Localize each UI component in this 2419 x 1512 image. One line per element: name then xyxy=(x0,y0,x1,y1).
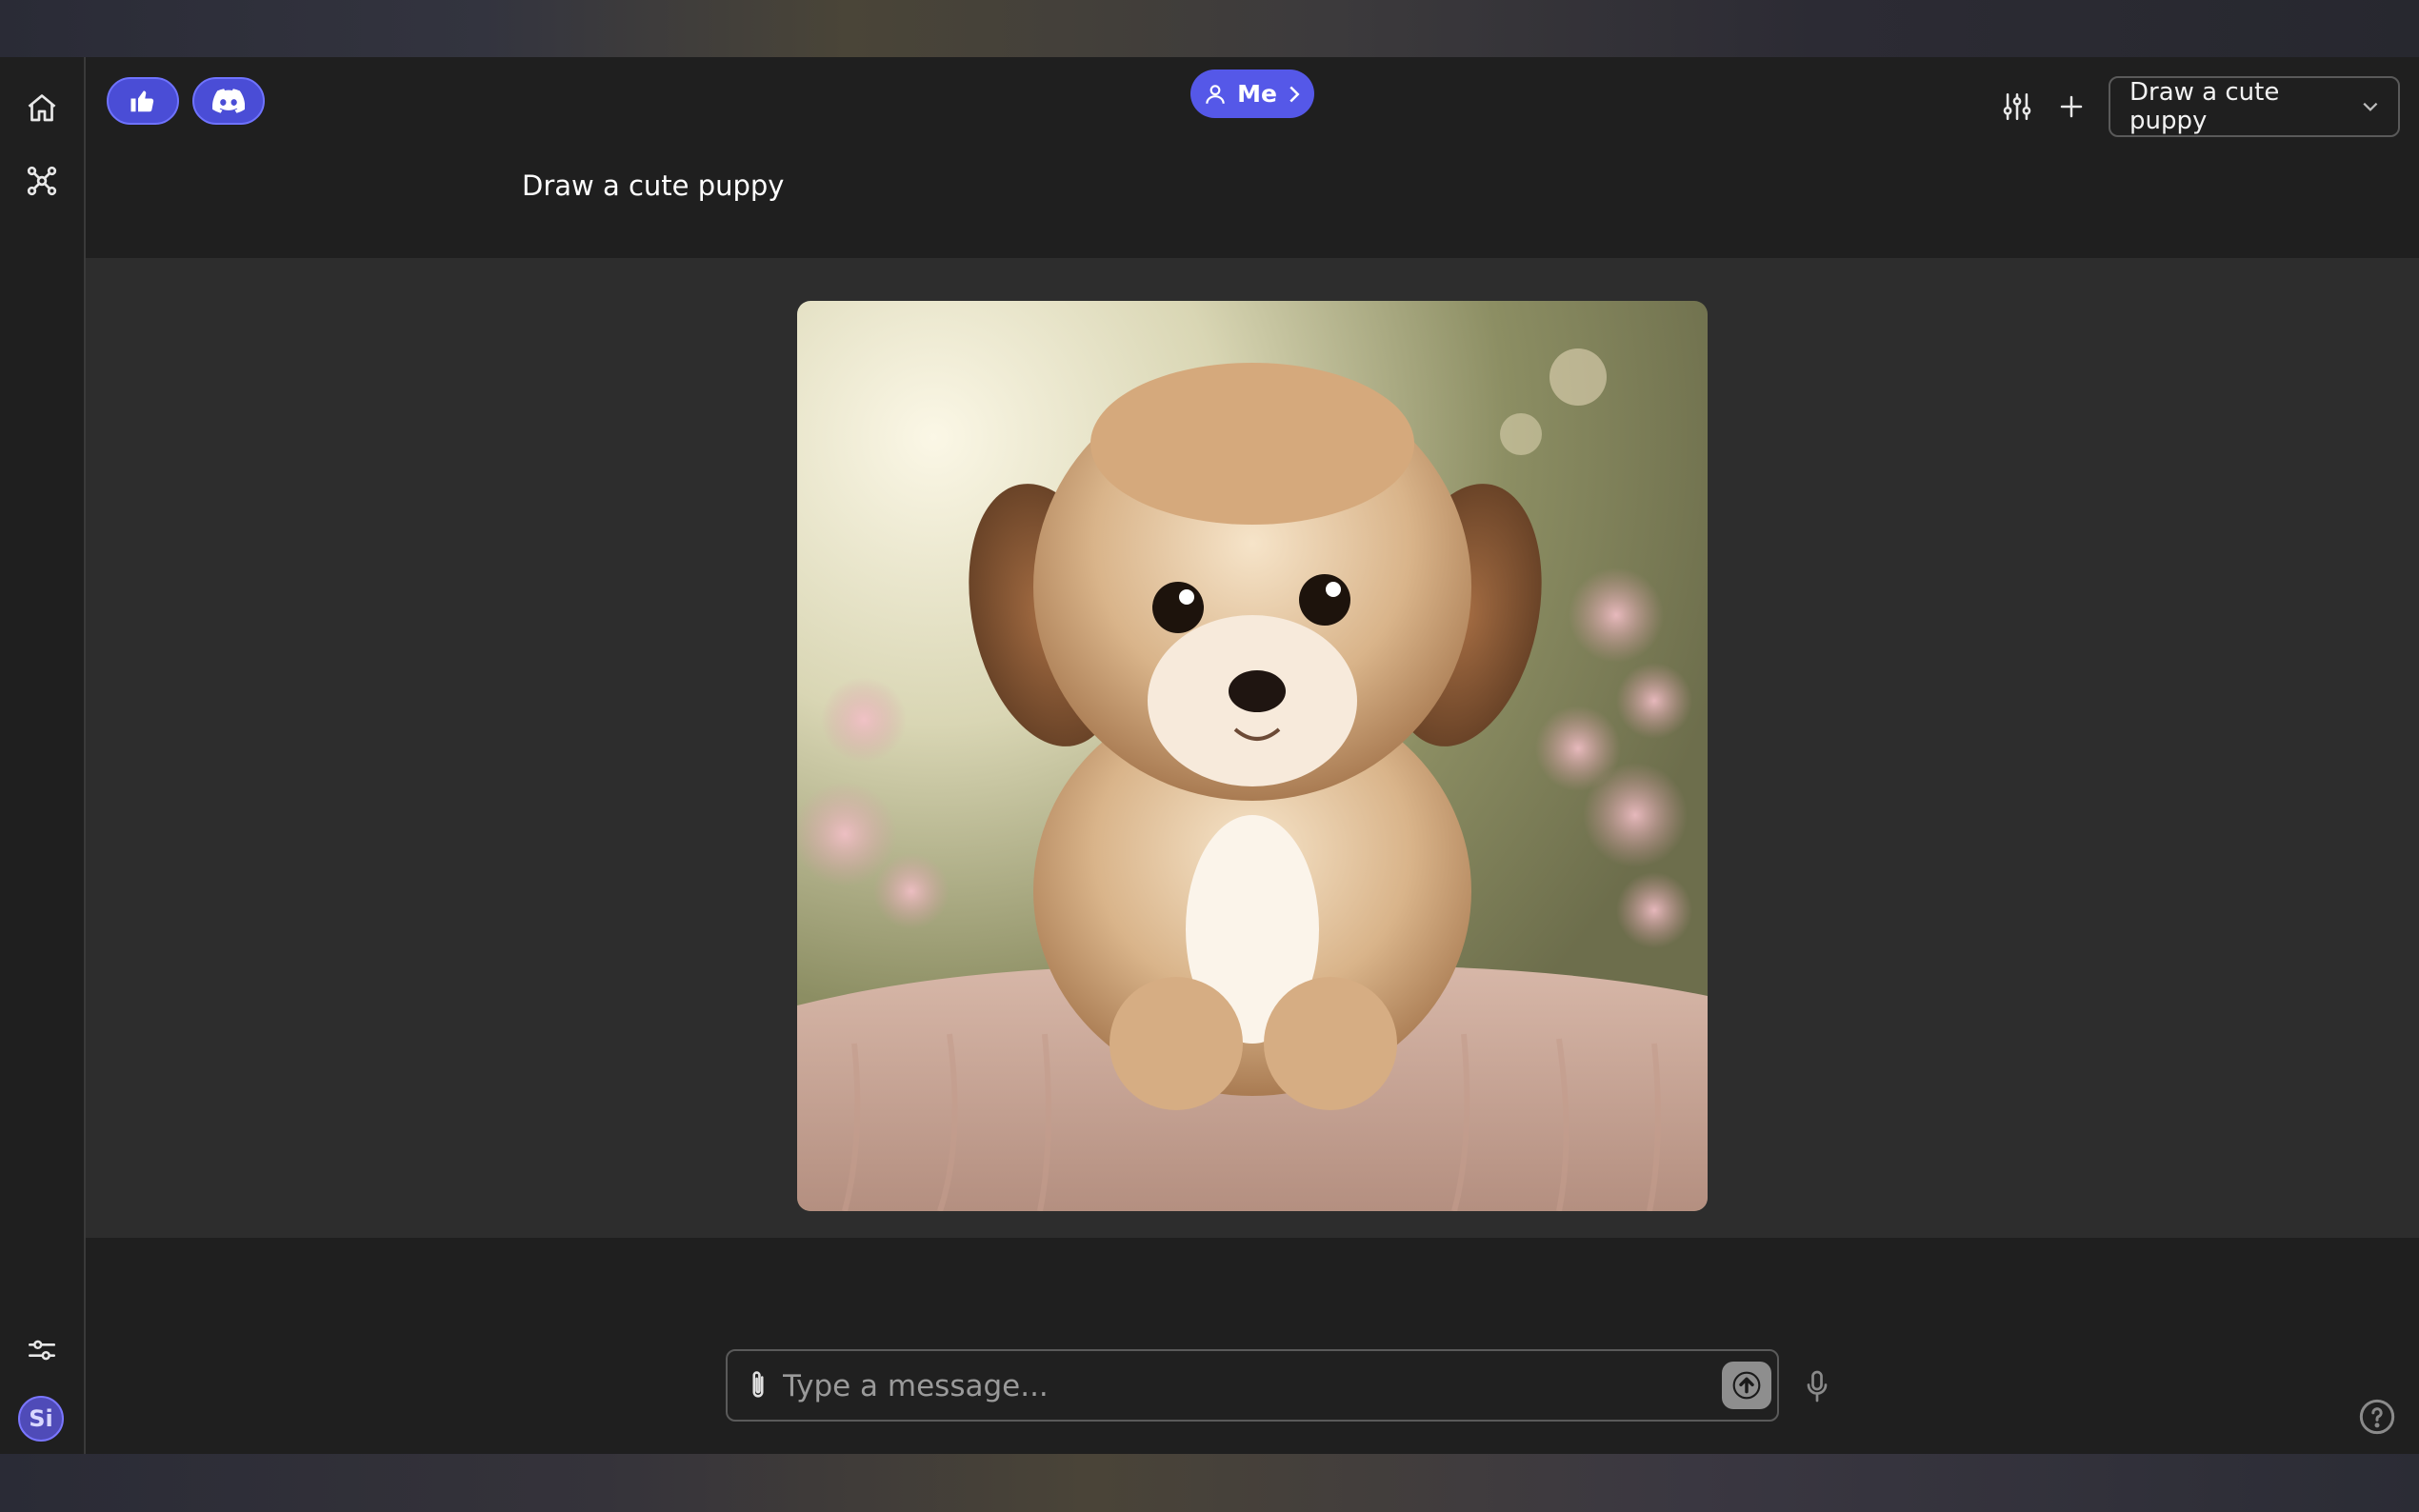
paperclip-icon xyxy=(752,1371,764,1398)
workflow-button[interactable] xyxy=(17,156,67,206)
feedback-button[interactable] xyxy=(107,77,179,125)
puppy-illustration xyxy=(797,301,1708,1211)
message-stage xyxy=(86,258,2419,1238)
attach-button[interactable] xyxy=(739,1366,777,1404)
conversation-settings-button[interactable] xyxy=(1996,86,2038,128)
persona-selector-button[interactable]: Me xyxy=(1190,70,1314,118)
thumbs-up-icon xyxy=(130,90,154,112)
send-button[interactable] xyxy=(1722,1362,1771,1409)
tune-sliders-icon xyxy=(2003,92,2031,121)
user-prompt-message: Draw a cute puppy xyxy=(522,169,785,202)
microphone-icon xyxy=(1807,1370,1828,1403)
settings-sliders-icon xyxy=(28,1340,56,1361)
conversation-dropdown[interactable]: Draw a cute puppy xyxy=(2109,76,2400,137)
workflow-icon xyxy=(27,166,57,196)
desktop-wallpaper-strip xyxy=(0,1454,2419,1512)
discord-button[interactable] xyxy=(192,77,265,125)
settings-button[interactable] xyxy=(17,1325,67,1375)
user-avatar[interactable]: Si xyxy=(18,1396,64,1442)
arrow-up-icon xyxy=(1732,1371,1761,1400)
left-sidebar: Si xyxy=(0,57,86,1454)
plus-icon xyxy=(2060,95,2083,118)
chevron-right-icon xyxy=(1289,86,1300,102)
discord-icon xyxy=(212,89,245,113)
home-icon xyxy=(28,94,56,122)
message-input[interactable] xyxy=(781,1359,1680,1414)
conversation-dropdown-value: Draw a cute puppy xyxy=(2129,78,2280,135)
app-window: Si Me Draw a cute puppy Draw a cute pupp… xyxy=(0,57,2419,1454)
new-conversation-button[interactable] xyxy=(2050,86,2092,128)
chevron-down-icon xyxy=(2363,102,2378,111)
help-circle-icon xyxy=(2359,1399,2395,1435)
persona-label: Me xyxy=(1237,80,1277,108)
help-button[interactable] xyxy=(2356,1396,2398,1438)
user-icon xyxy=(1206,84,1225,104)
generated-image[interactable] xyxy=(797,301,1708,1211)
home-button[interactable] xyxy=(17,84,67,133)
message-composer xyxy=(726,1349,1779,1422)
voice-input-button[interactable] xyxy=(1798,1365,1836,1407)
